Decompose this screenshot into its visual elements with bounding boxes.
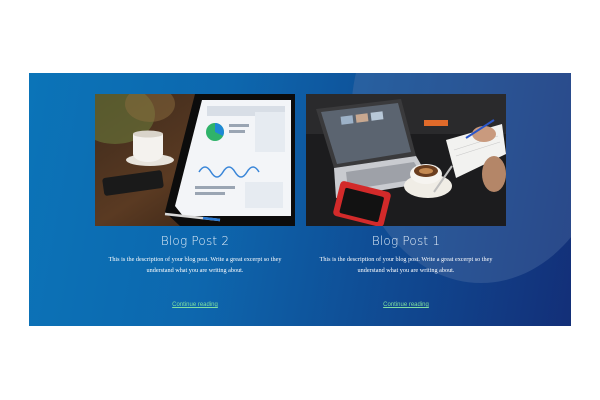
blog-card-post-2: Blog Post 2 This is the description of y… <box>95 94 295 308</box>
continue-reading-link[interactable]: Continue reading <box>95 302 295 308</box>
blog-card-post-1: Blog Post 1 This is the description of y… <box>306 94 506 308</box>
blog-post-title[interactable]: Blog Post 1 <box>306 234 506 248</box>
blog-post-title[interactable]: Blog Post 2 <box>95 234 295 248</box>
blog-section: Blog Post 2 This is the description of y… <box>29 73 571 326</box>
blog-thumbnail-laptop[interactable] <box>306 94 506 226</box>
blog-post-description: This is the description of your blog pos… <box>108 256 282 274</box>
blog-thumbnail-tablet[interactable] <box>95 94 295 226</box>
blog-post-description: This is the description of your blog pos… <box>319 256 493 274</box>
continue-reading-link[interactable]: Continue reading <box>306 302 506 308</box>
